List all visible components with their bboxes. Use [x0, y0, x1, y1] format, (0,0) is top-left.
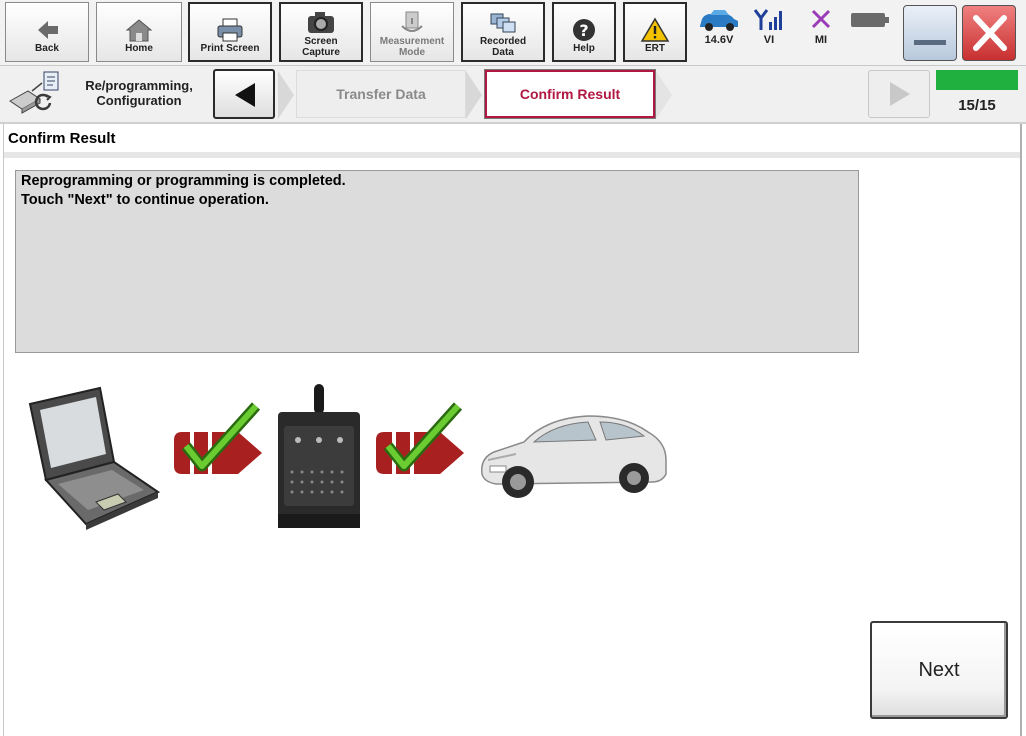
measurement-label-2: Mode: [398, 47, 426, 58]
screen-capture-label-1: Screen: [304, 36, 338, 47]
home-button[interactable]: Home: [96, 2, 182, 62]
minimize-button[interactable]: [903, 5, 957, 61]
close-button[interactable]: [962, 5, 1016, 61]
progress-indicator: 15/15: [936, 70, 1018, 118]
back-button[interactable]: Back: [5, 2, 89, 62]
transfer-illustration: [20, 380, 680, 535]
mi-indicator: MI: [803, 6, 839, 46]
step-transfer-data: Transfer Data: [296, 70, 466, 118]
close-icon: [971, 12, 1009, 57]
car-icon: [696, 6, 742, 34]
message-line-2: Touch "Next" to continue operation.: [21, 192, 269, 208]
print-screen-button[interactable]: Print Screen: [188, 2, 272, 62]
signal-icon: [752, 6, 786, 34]
question-icon: ?: [569, 17, 599, 43]
recorded-label-1: Recorded: [479, 36, 527, 47]
minimize-icon: [914, 40, 946, 45]
battery-voltage-indicator: 14.6V: [694, 6, 744, 46]
section-title: Re/programming, Configuration: [74, 78, 204, 108]
recorded-data-button[interactable]: Recorded Data: [461, 2, 545, 62]
title-divider: [4, 152, 1020, 158]
cross-icon: [806, 6, 836, 34]
vehicle-icon: [476, 410, 672, 511]
next-step-arrow-button[interactable]: [868, 70, 930, 118]
triangle-left-icon: [232, 81, 258, 112]
screen-capture-label-2: Capture: [302, 47, 340, 58]
step-confirm-result: Confirm Result: [484, 69, 656, 119]
arrow-left-icon: [32, 17, 62, 43]
ert-label: ERT: [645, 42, 665, 54]
next-button[interactable]: Next: [870, 621, 1008, 719]
main-toolbar: Back Home Print Screen Screen Capture Me…: [0, 0, 1026, 66]
help-label: Help: [573, 42, 595, 54]
battery-icon: [848, 6, 892, 34]
message-box: Reprogramming or programming is complete…: [15, 170, 859, 353]
house-icon: [124, 17, 154, 43]
reprogramming-icon: [6, 69, 70, 124]
screen-capture-button[interactable]: Screen Capture: [279, 2, 363, 62]
home-label: Home: [125, 42, 153, 54]
mi-text: MI: [814, 34, 828, 46]
ert-button[interactable]: ERT: [623, 2, 687, 62]
step-chevron-2: [466, 71, 482, 119]
section-title-line1: Re/programming,: [85, 78, 193, 93]
folders-icon: [488, 10, 518, 36]
step-chevron-1: [278, 71, 294, 119]
progress-bar-track: [936, 70, 1018, 90]
back-label: Back: [35, 42, 59, 54]
previous-step-button[interactable]: [213, 69, 275, 119]
vi-text: VI: [763, 34, 775, 46]
step-chevron-3: [656, 71, 672, 119]
vehicle-interface-icon: [276, 382, 362, 537]
battery-voltage-text: 14.6V: [704, 34, 734, 46]
frame-left-border: [3, 124, 4, 736]
transfer-arrow-check-icon-1: [172, 402, 268, 493]
progress-text: 15/15: [958, 97, 996, 114]
help-button[interactable]: ? Help: [552, 2, 616, 62]
step-navigation: Re/programming, Configuration Transfer D…: [0, 66, 1026, 124]
frame-right-border: [1020, 124, 1022, 736]
message-line-1: Reprogramming or programming is complete…: [21, 173, 346, 189]
measurement-label-1: Measurement: [379, 36, 445, 47]
camera-icon: [306, 10, 336, 36]
warning-triangle-icon: [640, 17, 670, 43]
print-screen-label: Print Screen: [200, 42, 260, 54]
transfer-arrow-check-icon-2: [374, 402, 470, 493]
laptop-icon: [26, 384, 161, 537]
gauge-icon: [397, 10, 427, 36]
battery-indicator: [848, 6, 892, 34]
triangle-right-icon: [887, 80, 913, 111]
section-title-line2: Configuration: [96, 93, 182, 108]
progress-bar-fill: [936, 70, 1018, 90]
measurement-mode-button[interactable]: Measurement Mode: [370, 2, 454, 62]
page-title: Confirm Result: [8, 130, 116, 147]
printer-icon: [215, 17, 245, 43]
recorded-label-2: Data: [492, 47, 514, 58]
vi-indicator: VI: [751, 6, 787, 46]
svg-text:?: ?: [579, 21, 588, 40]
